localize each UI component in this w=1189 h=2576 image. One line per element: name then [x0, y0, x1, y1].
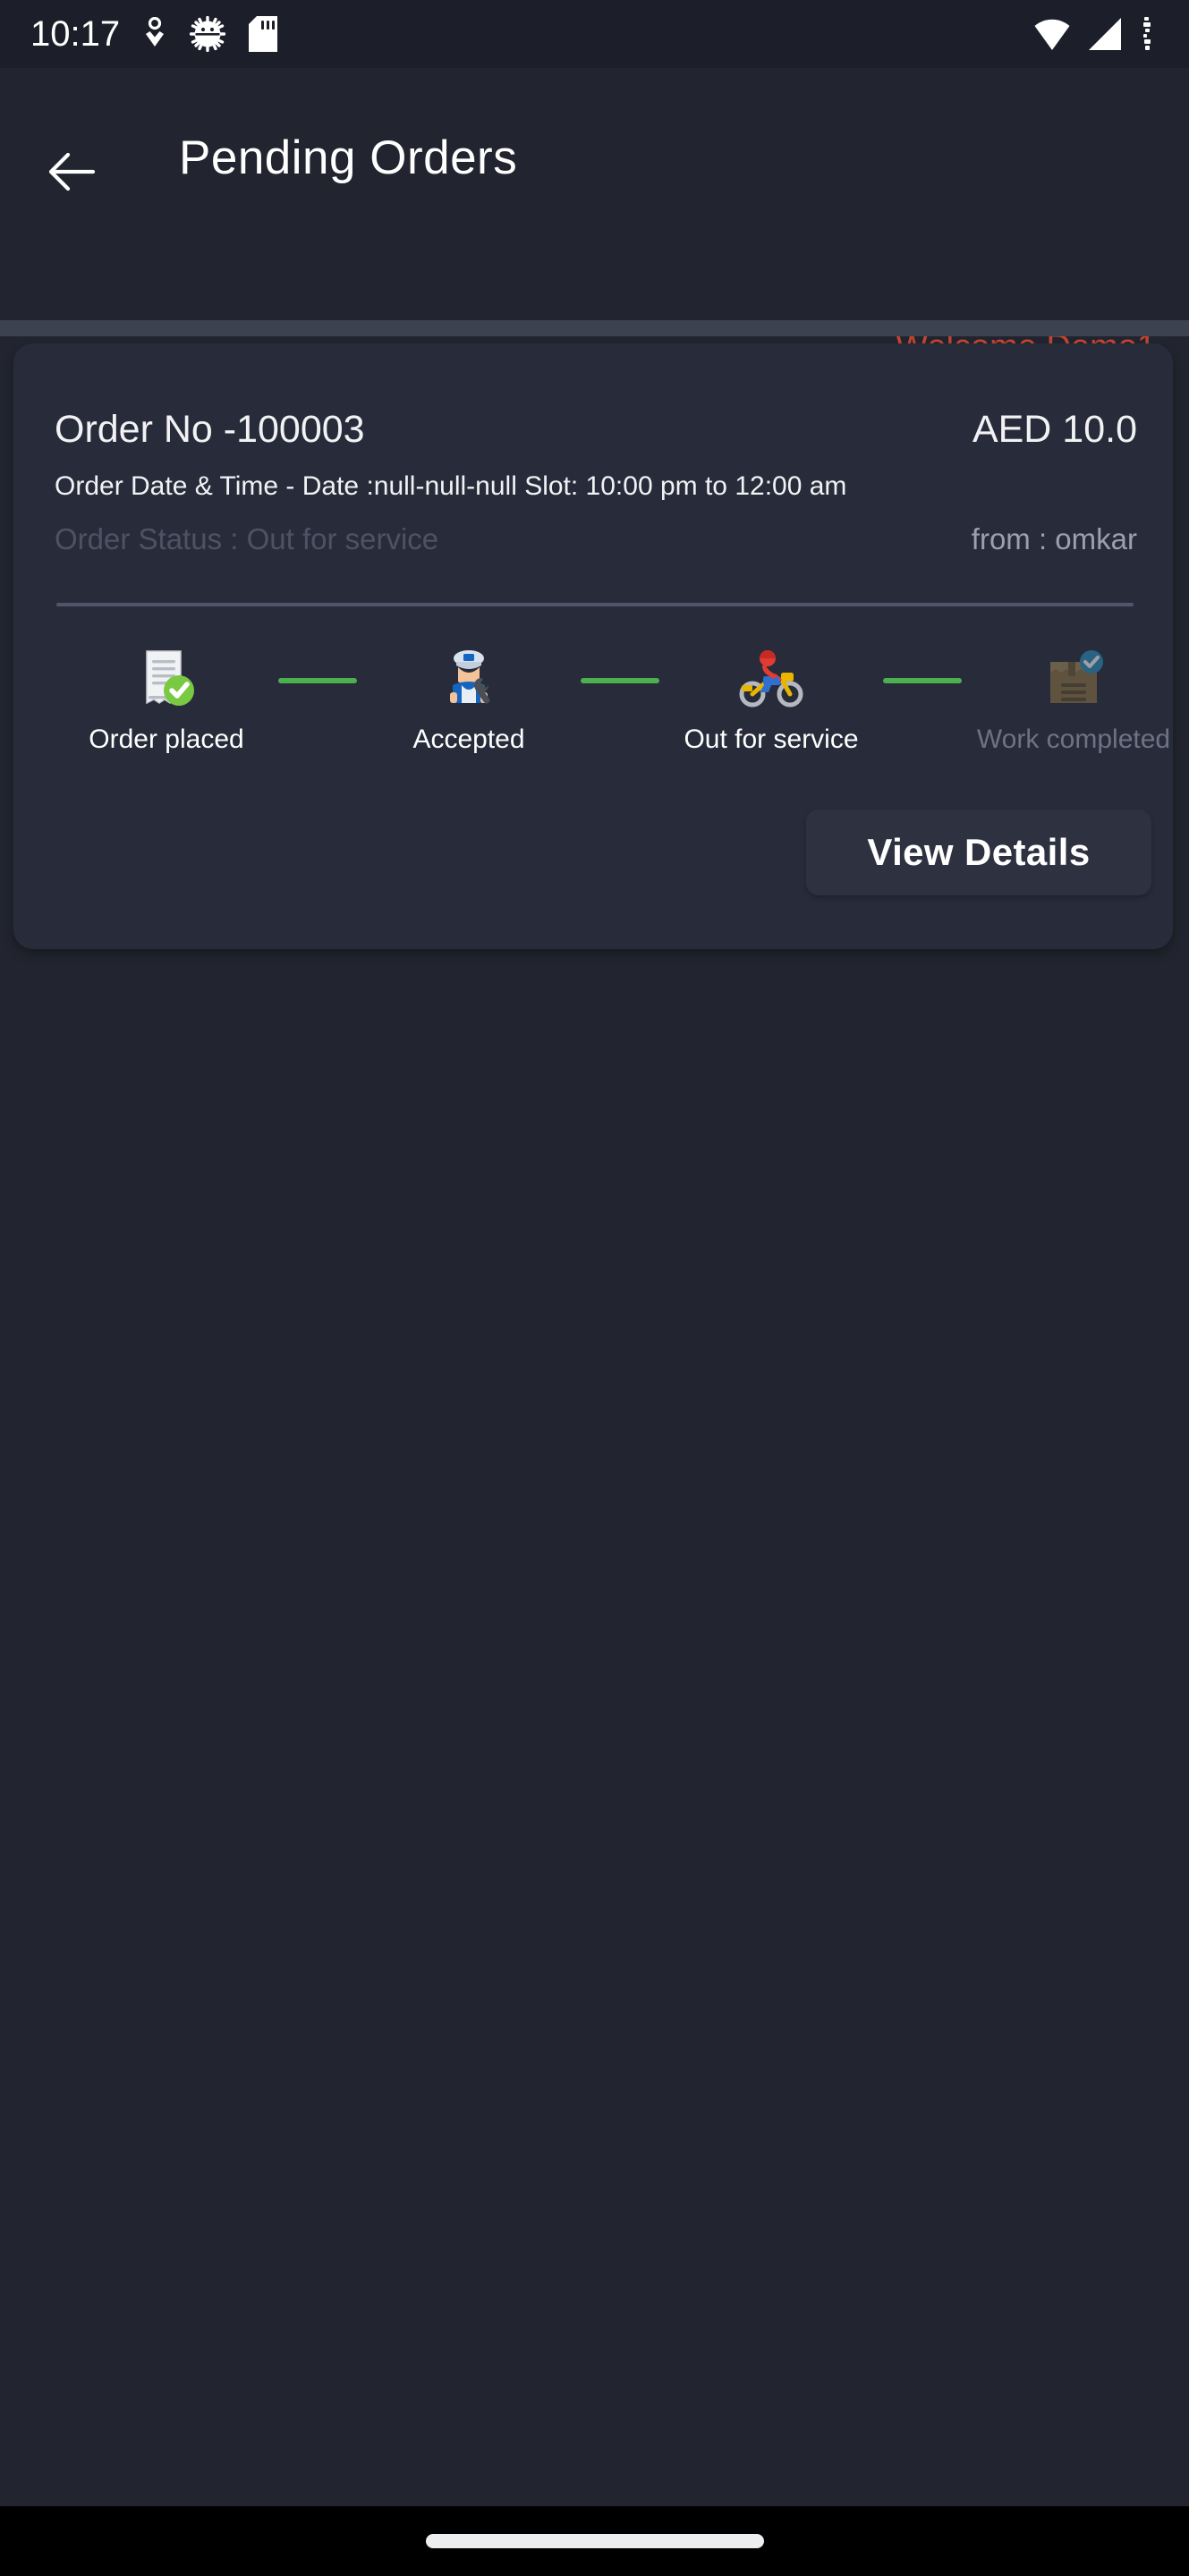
back-arrow-icon [48, 152, 96, 191]
step-connector-3 [883, 678, 962, 683]
view-details-button[interactable]: View Details [806, 809, 1151, 895]
home-indicator[interactable] [425, 2534, 764, 2548]
status-clock: 10:17 [30, 14, 121, 54]
order-progress-stepper: Order placed Accepted Out for service Wo… [55, 639, 1170, 773]
package-check-icon [1041, 639, 1106, 717]
page-title: Pending Orders [179, 131, 518, 184]
step-order-placed: Order placed [55, 639, 278, 755]
mechanic-worker-icon [437, 639, 501, 717]
wifi-icon [1034, 19, 1070, 50]
order-date-time: Order Date & Time - Date :null-null-null… [55, 471, 847, 501]
status-bar-left: 10:17 [30, 14, 278, 54]
status-bar: 10:17 [0, 0, 1189, 68]
status-bar-right [1033, 15, 1164, 53]
step-label: Work completed [976, 724, 1171, 754]
app-bar: Pending Orders Welcome Demo1 [0, 68, 1189, 366]
step-label: Order placed [89, 724, 244, 754]
step-out-for-service: Out for service [659, 639, 883, 755]
step-accepted: Accepted [357, 639, 581, 755]
battery-icon [1143, 17, 1151, 50]
order-card-header-row: Order No -100003 AED 10.0 [55, 408, 1137, 452]
order-status: Order Status : Out for service [55, 522, 439, 555]
order-number: Order No -100003 [55, 408, 365, 451]
order-from: from : omkar [971, 522, 1137, 555]
delivery-motorbike-icon [736, 639, 806, 717]
cellular-signal-icon [1089, 18, 1121, 50]
phone-screen: 10:17 Pending Orders Order No -100003 AE… [0, 0, 1189, 2576]
order-amount: AED 10.0 [972, 408, 1137, 451]
back-button[interactable] [43, 143, 100, 200]
navigation-bar [0, 2506, 1189, 2576]
card-divider [56, 603, 1134, 606]
bluetooth-share-icon [146, 17, 165, 47]
sd-card-icon [249, 16, 278, 52]
header-divider-band [0, 320, 1189, 336]
receipt-check-icon [134, 639, 199, 717]
step-connector-2 [581, 678, 659, 683]
step-connector-1 [278, 678, 357, 683]
step-label: Out for service [684, 724, 859, 754]
order-status-row: Order Status : Out for service from : om… [55, 522, 1137, 556]
android-bug-icon [190, 16, 226, 52]
order-card[interactable]: Order No -100003 AED 10.0 Order Date & T… [13, 343, 1173, 949]
step-work-completed: Work completed [962, 639, 1185, 755]
step-label: Accepted [412, 724, 525, 754]
